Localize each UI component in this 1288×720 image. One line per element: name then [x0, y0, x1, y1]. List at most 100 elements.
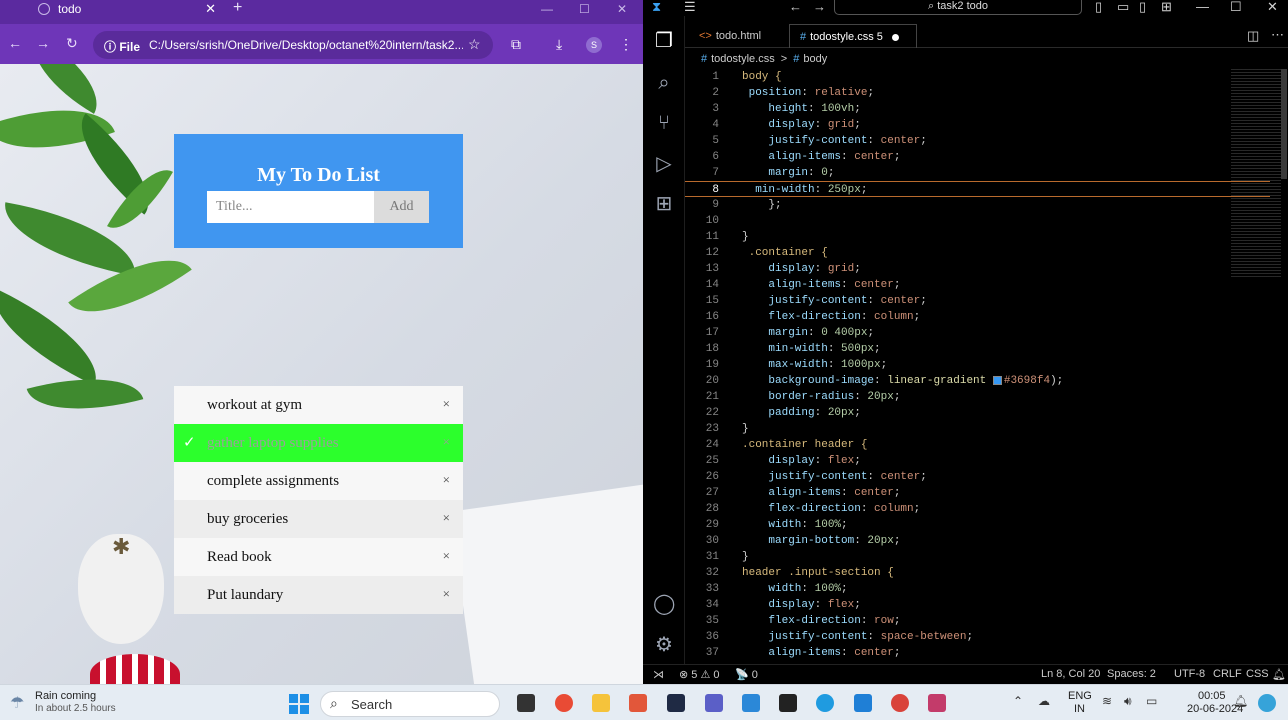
code-line[interactable]: 12 .container {: [685, 245, 1270, 261]
onedrive-cloud-icon[interactable]: ☁: [1038, 694, 1050, 708]
volume-icon[interactable]: 🔊︎: [1124, 694, 1132, 709]
tab-todo-html[interactable]: <> todo.html: [689, 24, 785, 48]
title-input[interactable]: [207, 191, 375, 223]
code-line[interactable]: 21 border-radius: 20px;: [685, 389, 1270, 405]
account-icon[interactable]: ◯: [653, 593, 675, 615]
code-line[interactable]: 35 flex-direction: row;: [685, 613, 1270, 629]
hamburger-menu-icon[interactable]: ☰: [684, 0, 696, 14]
code-line[interactable]: 36 justify-content: space-between;: [685, 629, 1270, 645]
close-window-icon[interactable]: ✕: [617, 2, 627, 16]
command-center-search[interactable]: ⌕ task2 todo: [834, 0, 1082, 15]
add-button[interactable]: Add: [374, 191, 429, 223]
toggle-sidebar-icon[interactable]: ▯: [1095, 0, 1102, 14]
language-mode[interactable]: CSS: [1246, 668, 1269, 680]
todo-item[interactable]: buy groceries ×: [174, 500, 463, 538]
bookmark-star-icon[interactable]: ☆: [468, 37, 481, 51]
address-url[interactable]: C:/Users/srish/OneDrive/Desktop/octanet%…: [149, 38, 463, 52]
todo-item[interactable]: complete assignments ×: [174, 462, 463, 500]
code-line[interactable]: 20 background-image: linear-gradient #36…: [685, 373, 1270, 389]
task-view-icon[interactable]: [517, 694, 535, 712]
notification-bell-icon[interactable]: 🔔︎: [1233, 694, 1248, 708]
terminal-icon[interactable]: [779, 694, 797, 712]
code-line[interactable]: 32 header .input-section {: [685, 565, 1270, 581]
delete-item-icon[interactable]: ×: [443, 548, 450, 564]
minimize-icon[interactable]: —: [1196, 0, 1209, 14]
back-icon[interactable]: ←: [8, 36, 22, 50]
more-actions-icon[interactable]: ⋯: [1271, 28, 1284, 42]
breadcrumb-file[interactable]: todostyle.css: [711, 53, 775, 65]
search-icon[interactable]: ⌕: [653, 72, 675, 94]
ports-status[interactable]: 📡 0: [735, 668, 758, 681]
delete-item-icon[interactable]: ×: [443, 434, 450, 450]
copilot-icon[interactable]: [1258, 694, 1276, 712]
delete-item-icon[interactable]: ×: [443, 510, 450, 526]
language-region[interactable]: IN: [1074, 703, 1085, 715]
indentation-status[interactable]: Spaces: 2: [1107, 668, 1156, 680]
toggle-panel-icon[interactable]: ▭: [1117, 0, 1129, 14]
reload-icon[interactable]: ↻: [66, 36, 78, 50]
todo-item[interactable]: Put laundary ×: [174, 576, 463, 614]
browser-tab[interactable]: todo ✕: [26, 0, 222, 24]
back-icon[interactable]: ←: [789, 0, 802, 14]
vscode-taskbar-icon[interactable]: [854, 694, 872, 712]
unsaved-dot-icon[interactable]: [891, 33, 899, 41]
extensions-icon[interactable]: ⊞: [653, 193, 675, 215]
calendar-app-icon[interactable]: [742, 694, 760, 712]
code-line[interactable]: 10: [685, 213, 1270, 229]
code-line[interactable]: 34 display: flex;: [685, 597, 1270, 613]
menu-kebab-icon[interactable]: ⋮: [619, 37, 633, 51]
code-line[interactable]: 5 justify-content: center;: [685, 133, 1270, 149]
code-line[interactable]: 19 max-width: 1000px;: [685, 357, 1270, 373]
code-line[interactable]: 29 width: 100%;: [685, 517, 1270, 533]
layout-icon[interactable]: ⊞: [1161, 0, 1172, 14]
code-line[interactable]: 16 flex-direction: column;: [685, 309, 1270, 325]
todo-item[interactable]: Read book ×: [174, 538, 463, 576]
new-tab-icon[interactable]: +: [233, 0, 242, 16]
toggle-secondary-sidebar-icon[interactable]: ▯: [1139, 0, 1146, 14]
chrome-icon[interactable]: [555, 694, 573, 712]
show-hidden-icons[interactable]: ⌃: [1013, 694, 1023, 708]
problems-status[interactable]: ⊗ 5 ⚠ 0: [679, 668, 719, 681]
eol-status[interactable]: CRLF: [1213, 668, 1242, 680]
notifications-bell-icon[interactable]: 🔔︎: [1272, 668, 1286, 681]
code-line[interactable]: 13 display: grid;: [685, 261, 1270, 277]
settings-gear-icon[interactable]: ⚙: [653, 634, 675, 656]
code-line[interactable]: 14 align-items: center;: [685, 277, 1270, 293]
code-line[interactable]: 6 align-items: center;: [685, 149, 1270, 165]
remote-icon[interactable]: ⋊: [653, 668, 664, 681]
taskbar-search[interactable]: [320, 691, 500, 717]
code-line[interactable]: 4 display: grid;: [685, 117, 1270, 133]
delete-item-icon[interactable]: ×: [443, 396, 450, 412]
code-line[interactable]: 17 margin: 0 400px;: [685, 325, 1270, 341]
breadcrumb-symbol[interactable]: body: [803, 53, 827, 65]
edge-icon[interactable]: [816, 694, 834, 712]
start-menu-icon[interactable]: [289, 694, 309, 714]
code-line[interactable]: 27 align-items: center;: [685, 485, 1270, 501]
code-line[interactable]: 1 body {: [685, 69, 1270, 85]
weather-rain-icon[interactable]: ☂: [10, 693, 24, 713]
editor-scrollbar[interactable]: [1281, 69, 1287, 179]
download-icon[interactable]: ⤓: [556, 37, 562, 51]
office-icon[interactable]: [629, 694, 647, 712]
code-line[interactable]: 9 };: [685, 197, 1270, 213]
clock-time[interactable]: 00:05: [1198, 690, 1226, 702]
cursor-position[interactable]: Ln 8, Col 20: [1041, 668, 1100, 680]
weather-subtitle[interactable]: In about 2.5 hours: [35, 703, 116, 714]
address-scheme[interactable]: ⓘ File: [104, 38, 140, 55]
code-line[interactable]: 28 flex-direction: column;: [685, 501, 1270, 517]
code-line[interactable]: 11}: [685, 229, 1270, 245]
teams-icon[interactable]: [705, 694, 723, 712]
battery-icon[interactable]: ▭: [1146, 694, 1157, 708]
code-line[interactable]: 24 .container header {: [685, 437, 1270, 453]
code-line[interactable]: 26 justify-content: center;: [685, 469, 1270, 485]
minimap[interactable]: [1231, 69, 1281, 279]
encoding-status[interactable]: UTF-8: [1174, 668, 1205, 680]
minimize-icon[interactable]: —: [541, 2, 553, 16]
tab-todostyle-css[interactable]: # todostyle.css 5: [789, 24, 917, 48]
file-explorer-icon[interactable]: [592, 694, 610, 712]
forward-icon[interactable]: →: [813, 0, 826, 14]
extensions-icon[interactable]: ⧉: [511, 37, 521, 51]
language-indicator[interactable]: ENG: [1068, 690, 1092, 702]
split-editor-icon[interactable]: ◫: [1247, 29, 1259, 43]
code-line[interactable]: 25 display: flex;: [685, 453, 1270, 469]
